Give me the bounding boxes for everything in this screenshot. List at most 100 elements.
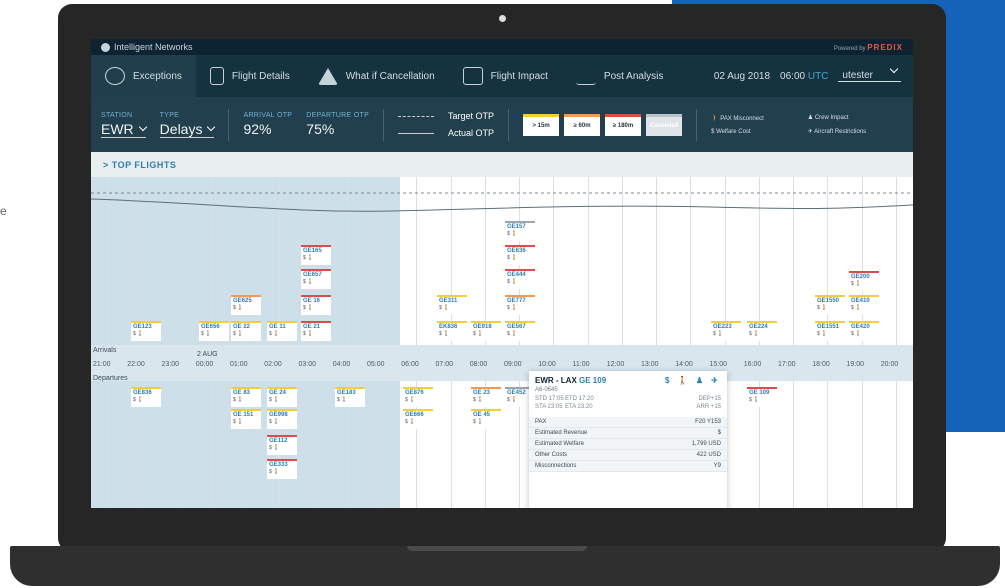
- hour-gridline: [313, 177, 315, 508]
- hour-gridline: [450, 177, 452, 508]
- divider: [228, 108, 230, 141]
- tab-exceptions[interactable]: Exceptions: [91, 55, 196, 97]
- type-filter[interactable]: TYPE Delays: [159, 112, 216, 138]
- arrival-flight-card[interactable]: GE657 $ 🚶: [301, 269, 331, 289]
- arrival-flight-card[interactable]: GE444 $ 🚶: [505, 269, 535, 289]
- stat-label: PAX: [535, 419, 547, 425]
- departure-flight-card[interactable]: GE 83 $ 🚶: [231, 387, 261, 407]
- arrival-flight-card[interactable]: GE157 $ 🚶: [505, 221, 535, 241]
- flight-code: GE918: [473, 324, 492, 330]
- dep-delay: DEP+15: [698, 396, 721, 402]
- departure-flight-card[interactable]: GE333 $ 🚶: [267, 459, 297, 479]
- popup-flight: GE 109: [579, 376, 607, 385]
- arrival-flight-card[interactable]: GE777 $ 🚶: [505, 295, 535, 315]
- gauge-icon: [105, 67, 125, 85]
- crew-label: Crew Impact: [814, 115, 849, 121]
- tab-what-if-cancellation[interactable]: What if Cancellation: [304, 55, 449, 97]
- tab-label: Flight Impact: [490, 70, 548, 82]
- flight-code: GE444: [507, 272, 526, 278]
- time-tick: 02:00: [264, 361, 282, 368]
- departure-flight-card[interactable]: GE183 $ 🚶: [335, 387, 365, 407]
- arrival-flight-card[interactable]: GE165 $ 🚶: [301, 245, 331, 265]
- departure-flight-card[interactable]: GE112 $ 🚶: [267, 435, 297, 455]
- time-tick: 07:00: [435, 361, 454, 368]
- aircraft-label: Aircraft Restrictions: [814, 129, 867, 135]
- ge-logo-icon: [101, 42, 110, 52]
- arrival-flight-card[interactable]: GE410 $ 🚶: [849, 295, 879, 315]
- popup-stat-row: Misconnections Y9: [529, 461, 727, 472]
- brand: Intelligent Networks: [101, 42, 193, 52]
- hour-gridline: [245, 177, 247, 508]
- impact-icons: $ 🚶: [473, 419, 484, 426]
- stat-value: 422 USD: [696, 452, 721, 458]
- impact-icons: $ 🚶: [405, 419, 416, 426]
- arrival-flight-card[interactable]: GE420 $ 🚶: [849, 321, 879, 341]
- time-tick: 20:00: [880, 361, 899, 368]
- arrival-flight-card[interactable]: GE1550 $ 🚶: [815, 295, 845, 315]
- popup-stats: PAX F20 Y153 Estimated Revenue $ Estimated W…: [529, 417, 727, 472]
- delay-legend: > 15m ≥ 60m ≥ 180m Cancelled: [523, 113, 683, 136]
- station-filter[interactable]: STATION EWR: [101, 112, 147, 138]
- time-tick: 16:00: [743, 361, 762, 368]
- departure-flight-card[interactable]: GE 151 $ 🚶: [231, 409, 261, 429]
- departure-flight-card[interactable]: GE666 $ 🚶: [403, 409, 433, 429]
- top-flights-toggle[interactable]: > TOP FLIGHTS: [91, 152, 913, 177]
- arrival-flight-card[interactable]: GE200 $ 🚶: [849, 271, 879, 291]
- arrival-flight-card[interactable]: GE567 $ 🚶: [505, 321, 535, 341]
- stat-label: Misconnections: [535, 463, 577, 469]
- departure-flight-card[interactable]: GE836 $ 🚶: [131, 387, 161, 407]
- popup-route: EWR - LAX: [535, 376, 577, 385]
- impact-icons: $ 🚶: [749, 397, 760, 404]
- departure-flight-card[interactable]: GE998 $ 🚶: [267, 409, 297, 429]
- stat-value: 1,799 USD: [691, 441, 721, 447]
- arrival-flight-card[interactable]: GE223 $ 🚶: [711, 321, 741, 341]
- arrival-flight-card[interactable]: GE656 $ 🚶: [199, 321, 229, 341]
- tab-flight-details[interactable]: Flight Details: [196, 55, 304, 97]
- user-menu[interactable]: utester: [838, 64, 901, 82]
- legend-60m[interactable]: ≥ 60m: [564, 113, 601, 136]
- flight-code: GE666: [405, 412, 424, 418]
- arrival-flight-card[interactable]: GE 16 $ 🚶: [301, 295, 331, 315]
- flight-detail-popup[interactable]: EWR - LAX GE 109 $ 🚶 ♟ ✈ A6-0645 STD 17:0…: [529, 371, 727, 508]
- impact-icons: $ 🚶: [713, 331, 724, 338]
- departure-flight-card[interactable]: GE 45 $ 🚶: [471, 409, 501, 429]
- impact-icons: $ 🚶: [269, 331, 280, 338]
- chevron-down-icon: [889, 64, 899, 74]
- arrival-flight-card[interactable]: GE918 $ 🚶: [471, 321, 501, 341]
- legend-15m[interactable]: > 15m: [523, 113, 560, 136]
- arrival-flight-card[interactable]: GE625 $ 🚶: [231, 295, 261, 315]
- target-otp-label: Target OTP: [448, 111, 495, 121]
- impact-icons: $ 🚶: [233, 331, 244, 338]
- arrival-flight-card[interactable]: GE311 $ 🚶: [437, 295, 467, 315]
- sta: STA 23:05: [535, 404, 563, 410]
- username: utester: [842, 70, 873, 81]
- legend-cancelled[interactable]: Cancelled: [646, 113, 683, 136]
- divider: [383, 108, 385, 141]
- arrival-otp: ARRIVAL OTP 92%: [243, 112, 292, 137]
- app-screen: Intelligent Networks Powered by PREDIX E…: [91, 39, 913, 508]
- stat-label: Estimated Welfare: [535, 441, 584, 447]
- arrival-flight-card[interactable]: GE 11 $ 🚶: [267, 321, 297, 341]
- arrival-flight-card[interactable]: EK836 $ 🚶: [437, 321, 467, 341]
- type-select[interactable]: Delays: [159, 121, 216, 138]
- arrival-flight-card[interactable]: GE 21 $ 🚶: [301, 321, 331, 341]
- departure-flight-card[interactable]: GE 109 $ 🚶: [747, 387, 777, 407]
- station-select[interactable]: EWR: [101, 121, 147, 138]
- departure-flight-card[interactable]: GE 23 $ 🚶: [471, 387, 501, 407]
- axis-date: 2 AUG: [197, 351, 218, 358]
- flight-code: GE112: [269, 438, 288, 444]
- flight-code: GE1550: [817, 298, 840, 304]
- departure-flight-card[interactable]: GE 24 $ 🚶: [267, 387, 297, 407]
- arrival-flight-card[interactable]: GE224 $ 🚶: [747, 321, 777, 341]
- arrival-flight-card[interactable]: GE636 $ 🚶: [505, 245, 535, 265]
- impact-icons: $ 🚶: [269, 397, 280, 404]
- arrival-flight-card[interactable]: GE 22 $ 🚶: [231, 321, 261, 341]
- flight-code: GE567: [507, 324, 526, 330]
- legend-180m[interactable]: ≥ 180m: [605, 113, 642, 136]
- tab-post-analysis[interactable]: Post Analysis: [562, 55, 677, 97]
- departure-flight-card[interactable]: GE876 $ 🚶: [403, 387, 433, 407]
- arrival-flight-card[interactable]: GE1551 $ 🚶: [815, 321, 845, 341]
- stat-value: Y9: [713, 463, 721, 469]
- tab-flight-impact[interactable]: Flight Impact: [449, 55, 562, 97]
- arrival-flight-card[interactable]: GE123 $ 🚶: [131, 321, 161, 341]
